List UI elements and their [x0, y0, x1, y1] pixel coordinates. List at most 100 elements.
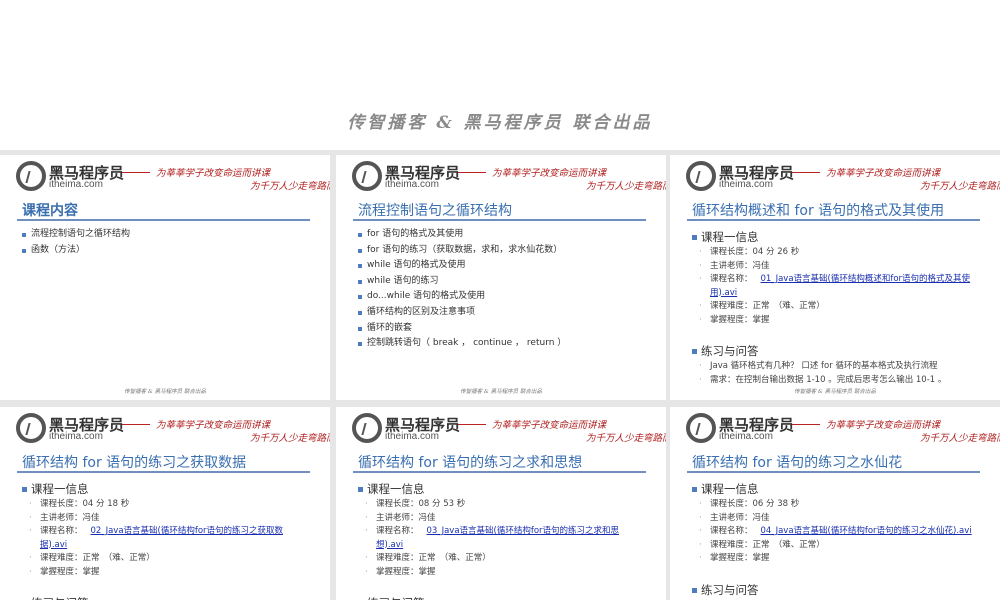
- slide-footer: 传智播客 & 黑马程序员 联合出品: [336, 387, 666, 395]
- brand-site: itheima.com: [719, 179, 773, 190]
- info-label: 课程长度：: [710, 247, 753, 257]
- info-label: 主讲老师：: [40, 513, 83, 523]
- list-item: for 语句的练习（获取数据，求和，求水仙花数）: [358, 243, 646, 259]
- info-row-teacher: 主讲老师：冯佳: [358, 512, 646, 526]
- info-label: 主讲老师：: [710, 261, 753, 271]
- slogan: 为千万人少走弯路而: [920, 430, 1000, 444]
- slide-thumbnail[interactable]: 黑马程序员itheima.com为莘莘学子改变命运而讲课为千万人少走弯路而循环结…: [670, 407, 1000, 600]
- slide-title: 循环结构 for 语句的练习之求和思想: [358, 452, 582, 472]
- info-row-course-name: 课程名称：03_Java语言基础(循环结构for语句的练习之求和思想).avi: [358, 525, 646, 552]
- header-area: 传智播客 & 黑马程序员 联合出品: [0, 0, 1000, 150]
- info-label: 主讲老师：: [376, 513, 419, 523]
- list-item: while 语句的练习: [358, 274, 646, 290]
- slide-title: 课程内容: [22, 200, 78, 220]
- section-heading: 练习与问答: [358, 595, 646, 600]
- info-label: 课程难度：: [376, 553, 419, 563]
- course-name-value[interactable]: 04_Java语言基础(循环结构for语句的练习之水仙花).avi: [761, 526, 972, 536]
- section-heading: 练习与问答: [22, 595, 310, 600]
- divider: [792, 172, 820, 173]
- difficulty-value: 正常 （难、正常）: [419, 553, 491, 563]
- info-label: 课程难度：: [710, 540, 753, 550]
- course-length-value: 08 分 53 秒: [419, 499, 466, 509]
- info-label: 课程名称：: [710, 274, 753, 284]
- mastery-value: 掌握: [419, 567, 436, 577]
- slide-body: 课程一信息课程长度：08 分 53 秒主讲老师：冯佳课程名称：03_Java语言…: [358, 479, 646, 600]
- info-label: 课程长度：: [710, 499, 753, 509]
- slide-title: 流程控制语句之循环结构: [358, 200, 512, 220]
- horse-logo-icon: [16, 161, 46, 191]
- info-row-course-length: 课程长度：04 分 26 秒: [692, 246, 980, 260]
- spacer: [358, 579, 646, 593]
- mastery-value: 掌握: [753, 553, 770, 563]
- list-item: 函数（方法）: [22, 243, 310, 259]
- info-row-mastery: 掌握程度：掌握: [692, 552, 980, 566]
- list-item: 流程控制语句之循环结构: [22, 227, 310, 243]
- title-underline: [353, 219, 646, 221]
- slide-body: 课程一信息课程长度：04 分 18 秒主讲老师：冯佳课程名称：02_Java语言…: [22, 479, 310, 600]
- spacer: [692, 566, 980, 580]
- slogan: 为千万人少走弯路而: [586, 178, 666, 192]
- horse-logo-icon: [686, 161, 716, 191]
- list-item: do...while 语句的格式及使用: [358, 289, 646, 305]
- info-label: 主讲老师：: [710, 513, 753, 523]
- slide-thumbnail[interactable]: 黑马程序员itheima.com为莘莘学子改变命运而讲课为千万人少走弯路而流程控…: [336, 155, 666, 400]
- horse-logo-icon: [686, 413, 716, 443]
- slogan: 为莘莘学子改变命运而讲课: [826, 417, 940, 431]
- brand-site: itheima.com: [719, 431, 773, 442]
- teacher-value: 冯佳: [753, 513, 770, 523]
- info-label: 课程长度：: [40, 499, 83, 509]
- slide-footer: 传智播客 & 黑马程序员 联合出品: [670, 387, 1000, 395]
- section-heading: 练习与问答: [692, 343, 980, 360]
- teacher-value: 冯佳: [753, 261, 770, 271]
- slide-thumbnail[interactable]: 黑马程序员itheima.com为莘莘学子改变命运而讲课为千万人少走弯路而课程内…: [0, 155, 330, 400]
- teacher-value: 冯佳: [419, 513, 436, 523]
- title-underline: [17, 471, 310, 473]
- slide-body: 流程控制语句之循环结构函数（方法）: [22, 227, 310, 258]
- info-label: 课程难度：: [710, 301, 753, 311]
- info-label: 掌握程度：: [710, 553, 753, 563]
- brand-site: itheima.com: [385, 431, 439, 442]
- qa-item: Java 循环格式有几种？ 口述 for 循环的基本格式及执行流程: [692, 360, 980, 374]
- info-row-mastery: 掌握程度：掌握: [692, 314, 980, 328]
- slide-title: 循环结构概述和 for 语句的格式及其使用: [692, 200, 944, 220]
- slide-title: 循环结构 for 语句的练习之水仙花: [692, 452, 902, 472]
- list-item: for 语句的格式及其使用: [358, 227, 646, 243]
- list-item: 循环的嵌套: [358, 321, 646, 337]
- slide-thumbnail[interactable]: 黑马程序员itheima.com为莘莘学子改变命运而讲课为千万人少走弯路而循环结…: [0, 407, 330, 600]
- slide-thumbnail[interactable]: 黑马程序员itheima.com为莘莘学子改变命运而讲课为千万人少走弯路而循环结…: [670, 155, 1000, 400]
- qa-item: 需求：在控制台输出数据 1-10 。完成后思考怎么输出 10-1 。: [692, 374, 980, 388]
- slide-body: for 语句的格式及其使用for 语句的练习（获取数据，求和，求水仙花数） whi…: [358, 227, 646, 352]
- horse-logo-icon: [16, 413, 46, 443]
- mastery-value: 掌握: [753, 315, 770, 325]
- info-row-teacher: 主讲老师：冯佳: [692, 260, 980, 274]
- slide-title: 循环结构 for 语句的练习之获取数据: [22, 452, 246, 472]
- info-label: 掌握程度：: [710, 315, 753, 325]
- info-row-course-length: 课程长度：08 分 53 秒: [358, 498, 646, 512]
- course-length-value: 04 分 26 秒: [753, 247, 800, 257]
- info-row-teacher: 主讲老师：冯佳: [692, 512, 980, 526]
- divider: [458, 424, 486, 425]
- info-label: 课程名称：: [376, 526, 419, 536]
- info-row-mastery: 掌握程度：掌握: [22, 566, 310, 580]
- course-length-value: 06 分 38 秒: [753, 499, 800, 509]
- info-label: 课程名称：: [40, 526, 83, 536]
- slogan: 为千万人少走弯路而: [250, 178, 330, 192]
- slide-thumbnail[interactable]: 黑马程序员itheima.com为莘莘学子改变命运而讲课为千万人少走弯路而循环结…: [336, 407, 666, 600]
- section-heading: 课程一信息: [692, 229, 980, 246]
- info-row-difficulty: 课程难度：正常 （难、正常）: [692, 300, 980, 314]
- difficulty-value: 正常 （难、正常）: [753, 301, 825, 311]
- info-row-mastery: 掌握程度：掌握: [358, 566, 646, 580]
- list-item: 循环结构的区别及注意事项: [358, 305, 646, 321]
- info-row-course-length: 课程长度：06 分 38 秒: [692, 498, 980, 512]
- info-label: 课程长度：: [376, 499, 419, 509]
- divider: [122, 424, 150, 425]
- info-row-difficulty: 课程难度：正常 （难、正常）: [22, 552, 310, 566]
- info-row-difficulty: 课程难度：正常 （难、正常）: [692, 539, 980, 553]
- slogan: 为莘莘学子改变命运而讲课: [492, 165, 606, 179]
- banner-title: 传智播客 & 黑马程序员 联合出品: [0, 108, 1000, 133]
- slogan: 为莘莘学子改变命运而讲课: [492, 417, 606, 431]
- mastery-value: 掌握: [83, 567, 100, 577]
- info-label: 课程难度：: [40, 553, 83, 563]
- title-underline: [687, 471, 980, 473]
- spacer: [22, 579, 310, 593]
